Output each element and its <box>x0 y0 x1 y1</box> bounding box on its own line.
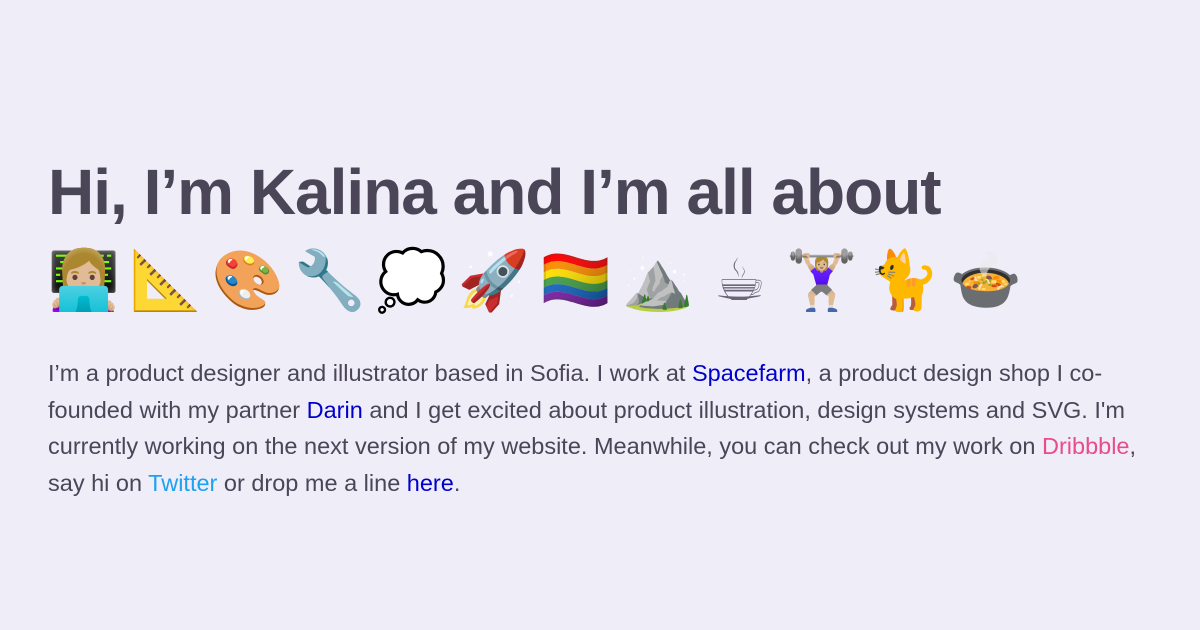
intro-text-6: . <box>453 469 461 496</box>
mountain-icon: ⛰️ <box>621 246 695 314</box>
dribbble-link[interactable]: Dribbble <box>1042 433 1130 459</box>
intro-paragraph: I’m a product designer and illustrator b… <box>48 355 1158 501</box>
darin-link[interactable]: Darin <box>307 397 363 423</box>
intro-text-1: I’m a product designer and illustrator b… <box>48 360 692 386</box>
rainbow-flag-icon: 🏳️‍🌈 <box>539 246 613 314</box>
emoji-row: 👩🏼‍💻 📐 🎨 🔧 💭 🚀 🏳️‍🌈 ⛰️ ☕ 🏋🏼‍♀️ 🐈 🍲 <box>48 240 1022 320</box>
rocket-icon: 🚀 <box>457 246 531 314</box>
hot-beverage-icon: ☕ <box>714 246 766 314</box>
intro-text-5: or drop me a line <box>217 469 407 496</box>
artist-palette-icon: 🎨 <box>211 246 285 314</box>
cat-icon: 🐈 <box>867 246 941 314</box>
spacefarm-link[interactable]: Spacefarm <box>692 360 806 386</box>
page-title: Hi, I’m Kalina and I’m all about <box>48 156 942 228</box>
wrench-icon: 🔧 <box>293 246 367 314</box>
here-link[interactable]: here <box>407 470 454 496</box>
pot-of-food-icon: 🍲 <box>949 246 1023 314</box>
twitter-link[interactable]: Twitter <box>148 470 217 496</box>
page: Hi, I’m Kalina and I’m all about 👩🏼‍💻 📐 🎨 🔧… <box>0 0 1200 630</box>
triangular-ruler-icon: 📐 <box>129 246 203 314</box>
woman-lifting-weights-icon: 🏋🏼‍♀️ <box>785 246 859 314</box>
woman-technologist-icon: 👩🏼‍💻 <box>47 246 121 314</box>
thought-balloon-icon: 💭 <box>375 246 449 314</box>
